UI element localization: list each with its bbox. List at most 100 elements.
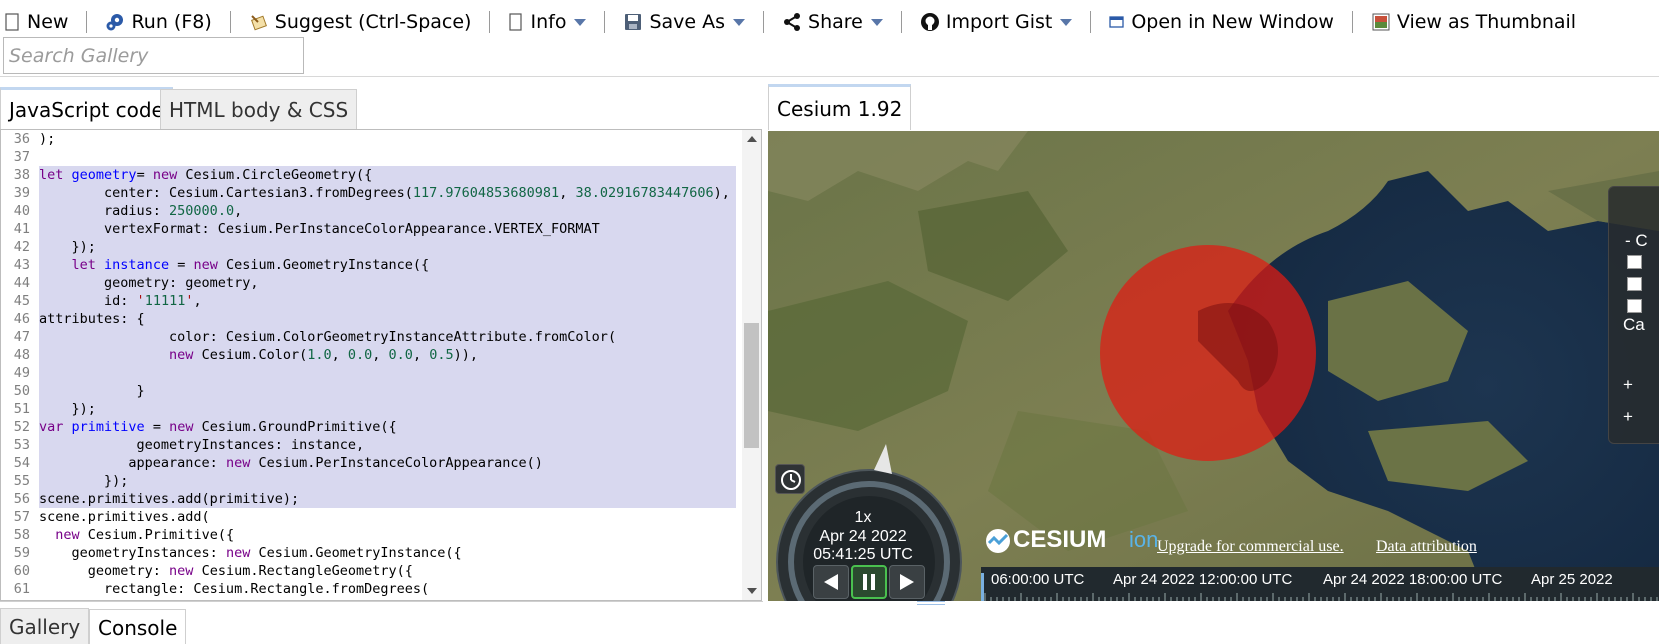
timeline-label: 06:00:00 UTC <box>991 571 1085 588</box>
code-line[interactable]: new Cesium.Primitive({ <box>39 526 736 544</box>
clock-icon[interactable] <box>775 464 805 494</box>
line-number: 41 <box>13 221 30 237</box>
timeline-label: Apr 25 2022 <box>1531 571 1613 588</box>
code-line[interactable]: scene.primitives.add( <box>39 508 736 526</box>
code-line[interactable]: id: '11111', <box>39 292 736 310</box>
timeline-ticks <box>984 593 1658 601</box>
tab-gallery[interactable]: Gallery <box>0 608 90 644</box>
line-number: 44 <box>13 275 30 291</box>
layers-panel-header[interactable]: - C <box>1625 231 1648 251</box>
play-reverse-button[interactable] <box>813 565 849 599</box>
new-file-icon <box>3 12 21 32</box>
scroll-up-arrow-icon[interactable] <box>747 136 757 142</box>
code-line[interactable]: }); <box>39 238 736 256</box>
code-line[interactable]: let instance = new Cesium.GeometryInstan… <box>39 256 736 274</box>
tab-html-body-css[interactable]: HTML body & CSS <box>160 89 358 131</box>
run-button[interactable]: Run (F8) <box>96 4 220 40</box>
toolbar-separator <box>229 11 231 33</box>
code-line[interactable]: ); <box>39 130 736 148</box>
code-line[interactable]: vertexFormat: Cesium.PerInstanceColorApp… <box>39 220 736 238</box>
code-line[interactable]: geometry: geometry, <box>39 274 736 292</box>
pause-icon <box>863 574 875 590</box>
play-forward-button[interactable] <box>889 565 925 599</box>
suggest-button[interactable]: Suggest (Ctrl-Space) <box>240 4 481 40</box>
code-line[interactable]: let geometry= new Cesium.CircleGeometry(… <box>39 166 736 184</box>
timeline-label: Apr 24 2022 12:00:00 UTC <box>1113 571 1293 588</box>
code-line[interactable]: rectangle: Cesium.Rectangle.fromDegrees( <box>39 580 736 598</box>
code-line[interactable]: }); <box>39 400 736 418</box>
cesium-viewer[interactable]: - C Ca + + 1x Apr 24 2022 05:41:25 UTC C… <box>768 131 1659 601</box>
tab-javascript-code[interactable]: JavaScript code <box>0 87 173 129</box>
code-line[interactable]: new Cesium.Color(1.0, 0.0, 0.0, 0.5)), <box>39 346 736 364</box>
view-thumbnail-button[interactable]: View as Thumbnail <box>1362 4 1585 40</box>
tab-console[interactable]: Console <box>89 609 187 644</box>
code-line[interactable]: center: Cesium.Cartesian3.fromDegrees(11… <box>39 184 736 202</box>
info-button[interactable]: Info <box>499 4 595 40</box>
cesium-ion-text[interactable]: ion <box>1129 527 1158 553</box>
code-editor[interactable]: 36 37 38 39 40 41 42 43 44 45 46 47 48 49 50 51 52 53 54 55… <box>0 129 762 601</box>
line-number: 54 <box>13 455 30 471</box>
code-line[interactable]: color: Cesium.ColorGeometryInstanceAttri… <box>39 328 736 346</box>
code-line[interactable] <box>39 364 736 382</box>
code-line[interactable]: }); <box>39 472 736 490</box>
data-attribution-link[interactable]: Data attribution <box>1376 538 1477 556</box>
expand-plus-icon[interactable]: + <box>1623 375 1633 395</box>
pause-button[interactable] <box>851 565 887 599</box>
cesium-logo-text[interactable]: CESIUM <box>1013 526 1106 554</box>
code-line[interactable]: } <box>39 382 736 400</box>
line-number: 50 <box>13 383 30 399</box>
line-number: 60 <box>13 563 30 579</box>
code-line[interactable]: var primitive = new Cesium.GroundPrimiti… <box>39 418 736 436</box>
line-number: 49 <box>13 365 30 381</box>
code-line[interactable]: appearance: new Cesium.PerInstanceColorA… <box>39 454 736 472</box>
line-number: 61 <box>13 581 30 597</box>
code-line[interactable]: geometryInstances: instance, <box>39 436 736 454</box>
animation-time: 05:41:25 UTC <box>813 546 913 563</box>
code-line[interactable]: geometry: new Cesium.RectangleGeometry({ <box>39 562 736 580</box>
share-icon <box>782 12 802 32</box>
save-disk-icon <box>623 12 643 32</box>
code-lines[interactable]: ); let geometry= new Cesium.CircleGeometr… <box>39 130 736 598</box>
upgrade-commercial-link[interactable]: Upgrade for commercial use. <box>1157 538 1344 556</box>
bottom-panel-divider <box>0 601 763 602</box>
layer-checkbox[interactable] <box>1627 299 1642 313</box>
github-icon <box>920 12 940 32</box>
tab-cesium-viewer[interactable]: Cesium 1.92 <box>768 84 912 130</box>
line-number: 43 <box>13 257 30 273</box>
tab-html-body-css-label: HTML body & CSS <box>169 98 349 122</box>
code-line[interactable] <box>39 148 736 166</box>
run-gears-icon <box>105 12 125 32</box>
animation-shuttle-ring-pointer-icon[interactable] <box>874 444 892 474</box>
search-gallery-input[interactable] <box>4 38 303 73</box>
code-line[interactable]: scene.primitives.add(primitive); <box>39 490 736 508</box>
code-line[interactable]: attributes: { <box>39 310 736 328</box>
code-line[interactable]: radius: 250000.0, <box>39 202 736 220</box>
save-as-button[interactable]: Save As <box>614 4 754 40</box>
cesium-logo-icon[interactable] <box>984 526 1012 556</box>
scrollbar-thumb[interactable] <box>744 323 759 448</box>
open-new-window-button[interactable]: Open in New Window <box>1100 4 1343 40</box>
share-button-label: Share <box>808 11 863 33</box>
layer-checkbox[interactable] <box>1627 277 1642 291</box>
timeline-label: Apr 24 2022 18:00:00 UTC <box>1323 571 1503 588</box>
view-thumbnail-label: View as Thumbnail <box>1396 11 1577 33</box>
toolbar-separator <box>900 11 902 33</box>
layers-panel[interactable]: - C Ca + + <box>1608 186 1659 444</box>
editor-vertical-scrollbar[interactable] <box>742 130 761 600</box>
tab-javascript-code-label: JavaScript code <box>9 97 164 122</box>
import-gist-button[interactable]: Import Gist <box>911 4 1081 40</box>
import-gist-button-label: Import Gist <box>945 11 1053 33</box>
line-number: 37 <box>13 149 30 165</box>
layer-checkbox[interactable] <box>1627 255 1642 269</box>
expand-plus-icon[interactable]: + <box>1623 407 1633 427</box>
share-button[interactable]: Share <box>773 4 892 40</box>
save-as-button-label: Save As <box>649 11 726 33</box>
code-line[interactable]: geometryInstances: new Cesium.GeometryIn… <box>39 544 736 562</box>
line-number: 39 <box>13 185 30 201</box>
splitter-handle[interactable] <box>917 601 945 605</box>
new-button[interactable]: New <box>0 4 77 40</box>
red-circle-primitive[interactable] <box>1100 245 1316 461</box>
scroll-down-arrow-icon[interactable] <box>747 588 757 594</box>
suggest-button-label: Suggest (Ctrl-Space) <box>274 11 472 33</box>
timeline[interactable]: 06:00:00 UTC Apr 24 2022 12:00:00 UTC Ap… <box>981 567 1659 601</box>
